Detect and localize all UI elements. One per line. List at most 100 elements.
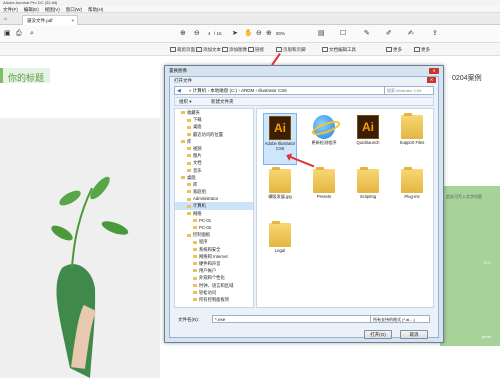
nav-item[interactable]: 时钟、语言和区域 (175, 282, 253, 289)
nav-item-label: 收藏夹 (187, 110, 200, 115)
menu-file[interactable]: 文件(F) (3, 6, 18, 12)
print-icon[interactable]: ⎙ (16, 29, 22, 38)
file-label: Scripting (359, 194, 377, 199)
folder-icon (187, 161, 191, 165)
file-label: Legal (274, 248, 286, 253)
add-text-button[interactable]: 添加文本 (196, 46, 221, 53)
nav-item[interactable]: 桌面 (175, 123, 253, 130)
nav-item-label: 视频 (193, 145, 202, 151)
prev-page-icon[interactable]: ⊕ (180, 29, 186, 38)
back-icon[interactable]: ◀ (177, 87, 181, 95)
nav-item[interactable]: 最近访问的位置 (175, 131, 253, 138)
nav-item[interactable]: 视频 (175, 145, 253, 152)
nav-item[interactable]: PC-01 (175, 217, 253, 224)
zoom-in-icon[interactable]: ⊕ (266, 29, 272, 38)
edit-toolbar: 裁剪页面 添加文本 添加图像 链接 页眉和页脚 文档编辑工具 更多 更多 (0, 43, 500, 56)
folder-icon (193, 226, 197, 230)
menu-window[interactable]: 窗口(W) (66, 6, 82, 12)
nav-item[interactable]: 库 (175, 181, 253, 188)
nav-item[interactable]: 计算机 (175, 202, 253, 210)
zoom-out-icon[interactable]: ⊖ (256, 29, 262, 38)
file-item[interactable]: Support Files (395, 113, 429, 165)
folder-icon (181, 140, 185, 144)
open-file-close-button[interactable]: ✕ (427, 77, 436, 83)
nav-item[interactable]: 收藏夹 (175, 109, 253, 116)
comment-icon[interactable]: ☐ (340, 29, 346, 38)
pen-icon[interactable]: ✎ (364, 29, 370, 38)
file-item[interactable]: Plug-ins (395, 167, 429, 219)
zoom-level[interactable]: 80% (276, 30, 285, 38)
nav-item[interactable]: 系统和安全 (175, 246, 253, 253)
nav-item[interactable]: 网络 (175, 210, 253, 217)
more-button-2[interactable]: 更多 (414, 46, 430, 53)
header-footer-button[interactable]: 页眉和页脚 (276, 46, 306, 53)
folder-icon (187, 132, 191, 136)
filename-input[interactable]: *.exe (212, 315, 382, 323)
nav-item[interactable]: 控制面板 (175, 231, 253, 238)
more-button-1[interactable]: 更多 (386, 46, 402, 53)
nav-item[interactable]: 音乐 (175, 167, 253, 174)
open-button[interactable]: 打开(O) (364, 330, 392, 339)
nav-item[interactable]: 程序 (175, 238, 253, 245)
folder-icon (193, 283, 197, 287)
fit-page-icon[interactable]: ▤ (318, 29, 325, 38)
share-icon[interactable]: ⇪ (432, 29, 438, 38)
nav-item[interactable]: 下载 (175, 116, 253, 123)
folder-icon (181, 176, 185, 180)
app-title: Adobe Acrobat Pro DC (32-bit) (3, 0, 58, 5)
sign-icon[interactable]: ✍ (408, 29, 414, 38)
add-image-button[interactable]: 添加图像 (222, 46, 247, 53)
menu-view[interactable]: 视图(V) (45, 6, 60, 12)
organize-button[interactable]: 组织 ▾ (179, 98, 192, 106)
file-item[interactable]: Presets (307, 167, 341, 219)
next-page-icon[interactable]: ⊖ (194, 29, 200, 38)
folder-icon (401, 113, 423, 139)
highlight-icon[interactable]: ✐ (386, 29, 392, 38)
file-item[interactable]: Scripting (351, 167, 385, 219)
file-item[interactable]: 更新检测程序 (307, 113, 341, 165)
nav-item-label: Administrator (193, 196, 219, 202)
hand-icon[interactable]: ✋ (244, 29, 253, 38)
folder-icon (193, 291, 197, 295)
filetype-select[interactable]: 所有支持的格式 (*.ai;...) (370, 315, 430, 323)
nav-item[interactable]: 库 (175, 138, 253, 145)
search-icon[interactable]: ⌕ (30, 29, 34, 38)
nav-item[interactable]: 桌面 (175, 174, 253, 181)
nav-item[interactable]: 家庭组 (175, 188, 253, 195)
crop-button[interactable]: 裁剪页面 (170, 46, 195, 53)
page-number[interactable]: 4 (208, 30, 211, 38)
nav-item[interactable]: 轻松访问 (175, 289, 253, 296)
nav-item[interactable]: 硬件和声音 (175, 260, 253, 267)
close-tab-icon[interactable]: × (71, 16, 74, 25)
nav-item[interactable]: 所有控制面板项 (175, 296, 253, 303)
file-item[interactable]: Legal (263, 221, 297, 273)
menu-help[interactable]: 帮助(H) (88, 6, 103, 12)
cancel-button[interactable]: 取消 (400, 330, 428, 339)
nav-item[interactable]: 用户帐户 (175, 267, 253, 274)
nav-item[interactable]: Administrator (175, 195, 253, 202)
dialog-close-button[interactable]: ✕ (429, 68, 439, 74)
file-item[interactable]: Ai Quicklaunch (351, 113, 385, 165)
nav-item[interactable]: 网络和 Internet (175, 253, 253, 260)
nav-item-label: 控制面板 (193, 232, 211, 238)
nav-item[interactable]: 图片 (175, 152, 253, 159)
folder-icon (313, 167, 335, 193)
link-button[interactable]: 链接 (248, 46, 264, 53)
new-folder-button[interactable]: 新建文件夹 (211, 98, 234, 106)
file-item[interactable]: 横版发展.jpg (263, 167, 297, 219)
ie-icon (313, 115, 335, 139)
nav-item[interactable]: PC-02 (175, 224, 253, 231)
home-icon[interactable]: ⌂ (4, 16, 7, 22)
ai-icon: Ai (269, 116, 291, 140)
menu-edit[interactable]: 编辑(E) (24, 6, 39, 12)
file-list: Ai Adobe Illustrator CS6 更新检测程序 Ai Quicklaun… (256, 108, 434, 308)
search-input[interactable]: 搜索 Illustrator CS6 (384, 86, 434, 95)
save-icon[interactable]: ▣ (4, 29, 11, 38)
doc-tools-button[interactable]: 文档编辑工具 (322, 46, 356, 53)
file-label: Support Files (399, 140, 425, 145)
nav-item[interactable]: 外观和个性化 (175, 274, 253, 281)
tab-document[interactable]: 逼没文件.pdf × (22, 15, 78, 25)
nav-item[interactable]: 文档 (175, 159, 253, 166)
main-toolbar: ▣ ⎙ ⌕ ⊕ ⊖ 4 / 16 ➤ ✋ ⊖ ⊕ 80% ▤ ☐ ✎ ✐ ✍ ⇪ (0, 25, 500, 43)
select-icon[interactable]: ➤ (232, 29, 238, 38)
